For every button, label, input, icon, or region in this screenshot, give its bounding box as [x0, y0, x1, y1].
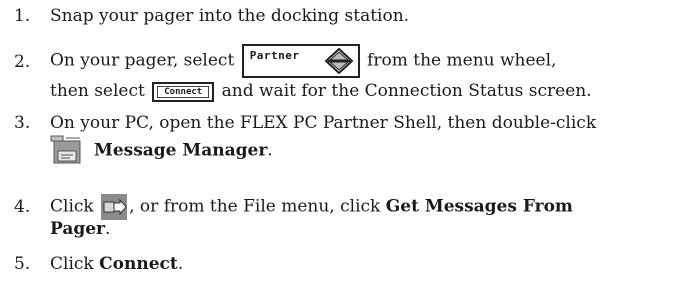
message-manager-label: Message Manager: [94, 140, 268, 161]
step-2-line-1: On your pager, select Partner from the m…: [50, 44, 556, 78]
connect-pager-button: Connect: [152, 81, 215, 102]
step-2-line-2: then select Connect and wait for the Con…: [50, 81, 592, 102]
message-manager-icon: [50, 135, 81, 164]
step-3-line-1: On your PC, open the FLEX PC Partner She…: [50, 113, 597, 133]
step-number: 4.: [14, 197, 31, 217]
connect-label: Connect: [99, 254, 178, 274]
step-2-line-2-before: then select: [50, 81, 145, 101]
step-number: 2.: [14, 52, 31, 72]
pager-label: Pager: [50, 219, 106, 239]
up-down-arrow-icon: [324, 48, 354, 74]
step-2-line-2-after: and wait for the Connection Status scree…: [221, 81, 592, 101]
step-5-line: Click Connect.: [50, 254, 184, 274]
step-3-line-2: Message Manager.: [50, 135, 273, 167]
step-2-text-before: On your pager, select: [50, 50, 235, 71]
step-number: 3.: [14, 113, 31, 133]
partner-menu-item: Partner: [241, 44, 360, 78]
instruction-list: 1. Snap your pager into the docking stat…: [0, 0, 698, 283]
step-number: 1.: [14, 6, 31, 26]
step-1-text: Snap your pager into the docking station…: [50, 6, 410, 26]
get-messages-icon: [101, 194, 128, 220]
connect-pager-button-label: Connect: [157, 85, 210, 98]
step-4-line-1: Click , or from the File menu, click Get…: [50, 194, 573, 220]
partner-menu-label: Partner: [249, 49, 300, 62]
step-4-line-2: Pager.: [50, 219, 111, 239]
get-messages-from-label: Get Messages From: [385, 196, 573, 217]
step-number: 5.: [14, 254, 31, 274]
step-2-text-after: from the menu wheel,: [367, 50, 557, 71]
